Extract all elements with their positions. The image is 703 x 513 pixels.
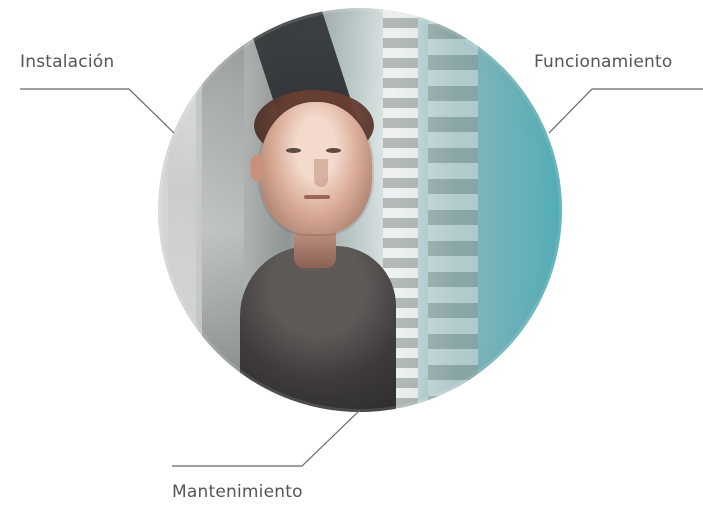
connector-operation xyxy=(548,88,703,134)
diagram-stage: Instalación Funcionamiento Mantenimiento xyxy=(0,0,703,513)
connector-installation xyxy=(20,88,175,134)
connector-lines xyxy=(20,88,703,467)
connector-maintenance xyxy=(172,409,361,467)
